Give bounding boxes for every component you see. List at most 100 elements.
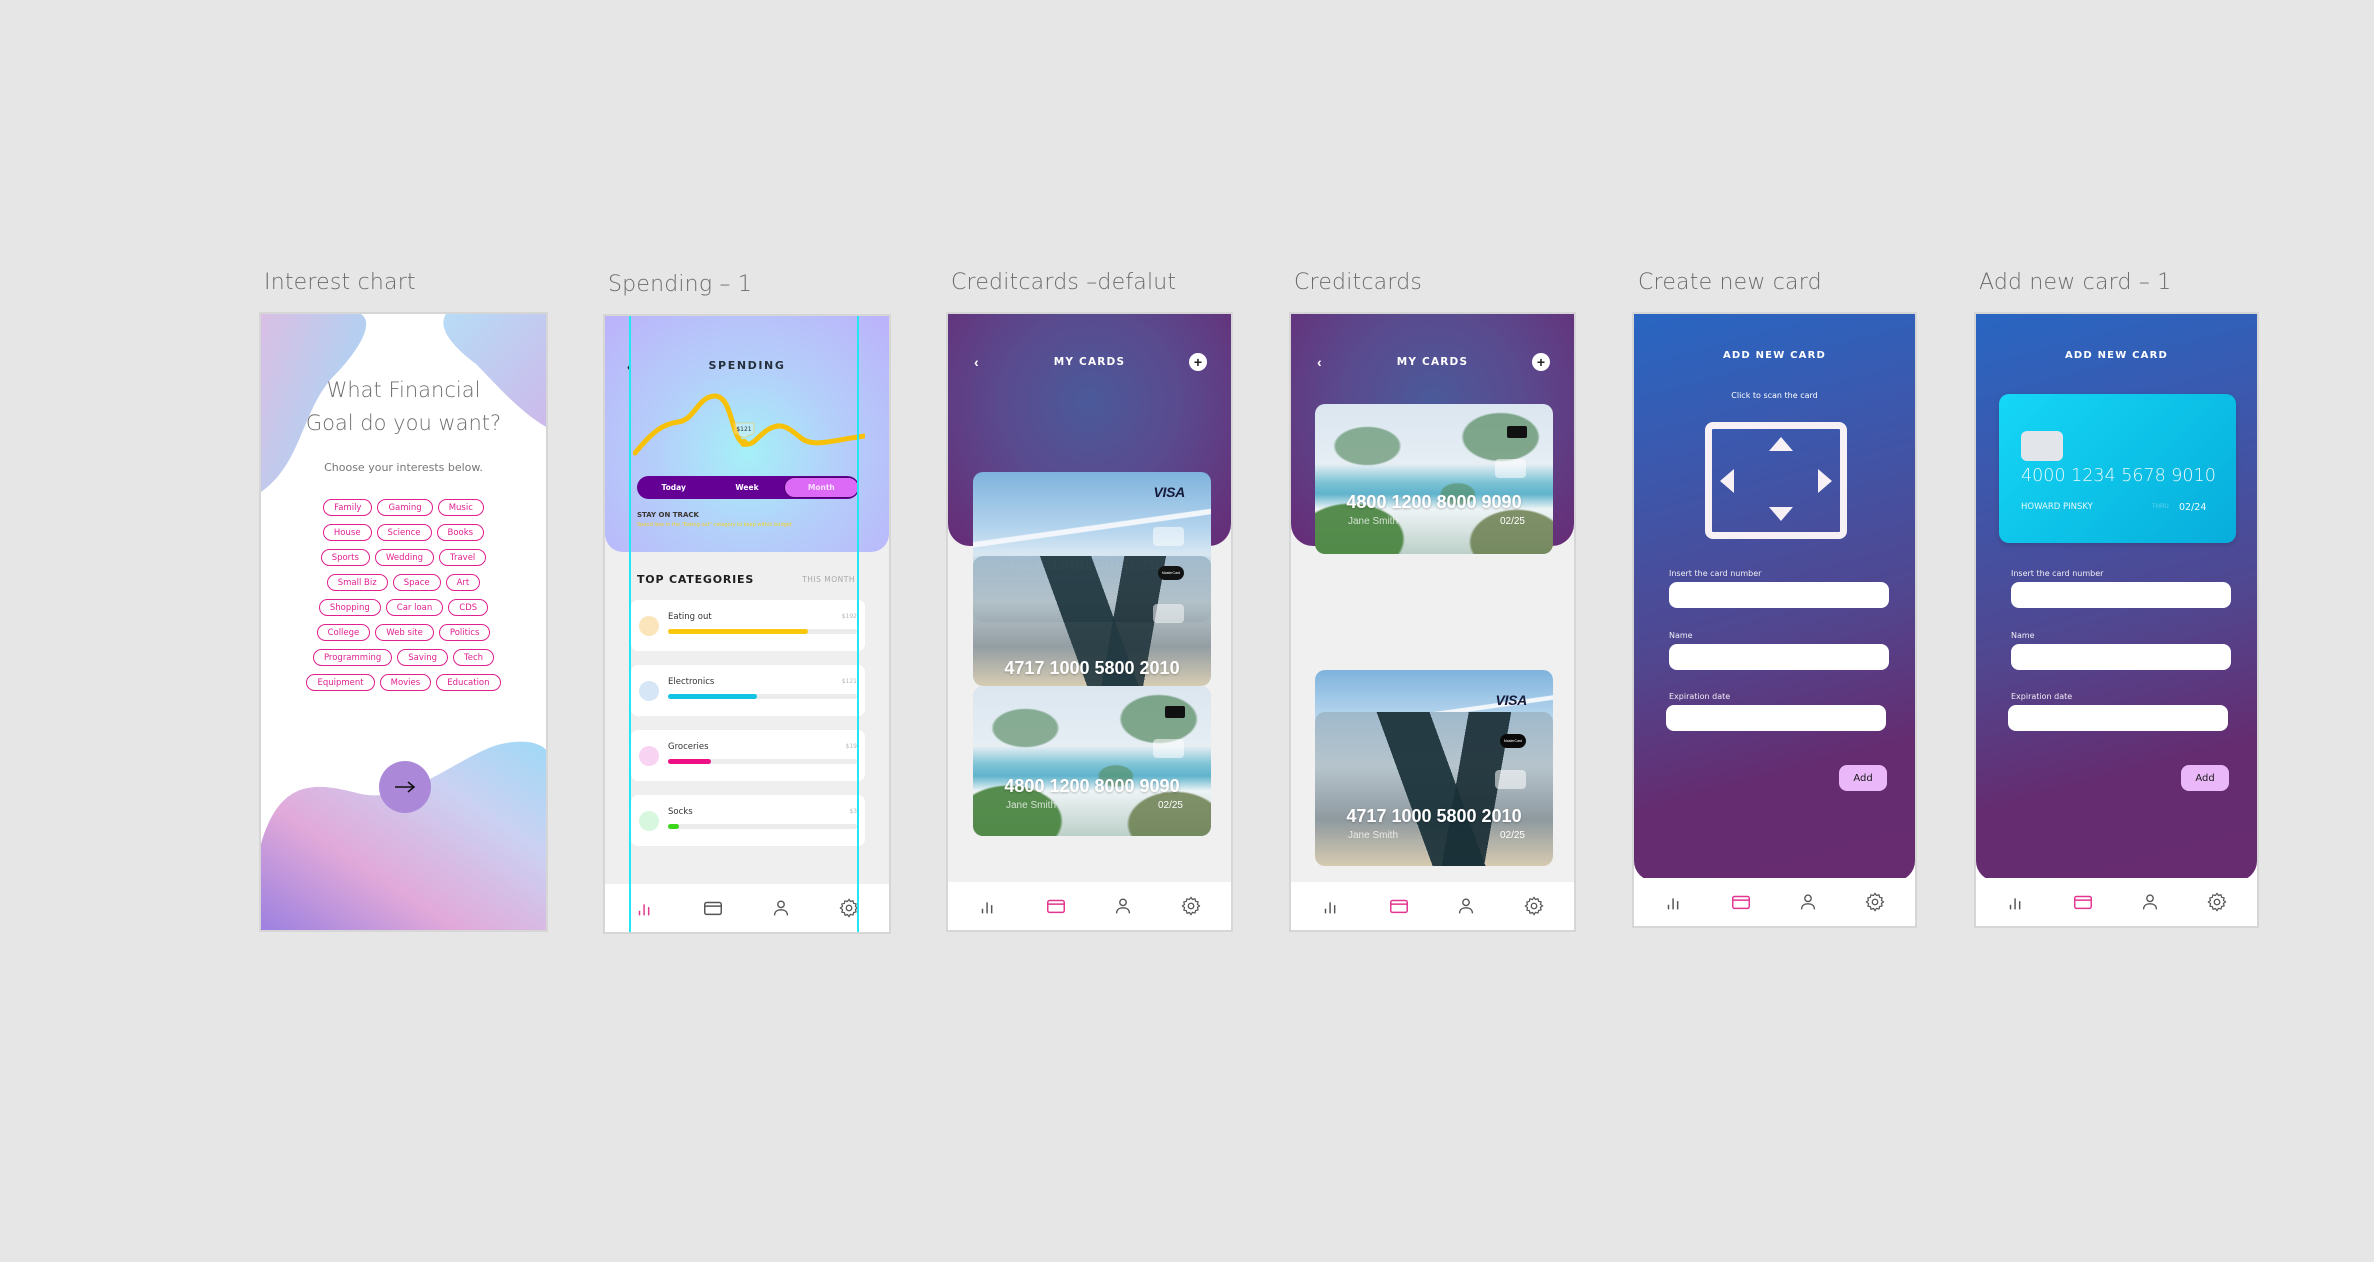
interest-chip[interactable]: Space [392,574,441,591]
next-button[interactable] [379,761,431,813]
interest-chip[interactable]: Gaming [377,499,433,516]
interest-chip[interactable]: Family [323,499,373,516]
credit-card-discover[interactable]: 4800 1200 8000 9090 Jane Smith 02/25 [973,686,1211,836]
period-label[interactable]: THIS MONTH [802,575,855,584]
stay-on-track-title: STAY ON TRACK [637,511,699,519]
interest-chip[interactable]: Books [436,524,485,541]
interest-chip[interactable]: CDS [448,599,489,616]
interest-chip[interactable]: Tech [453,649,495,666]
visa-logo: VISA [1495,692,1528,708]
tab-settings[interactable] [1171,891,1211,921]
interest-chip[interactable]: Movies [379,674,432,691]
category-amount: $121 [841,678,857,685]
tab-cards[interactable] [2063,887,2103,917]
user-icon [1801,894,1816,910]
name-label: Name [2011,631,2035,640]
category-row[interactable]: Electronics $121 [631,665,865,716]
interest-chip[interactable]: Equipment [306,674,375,691]
plus-icon: + [1536,354,1546,370]
gear-icon [1524,896,1544,916]
category-icon [639,616,659,636]
scan-card-button[interactable] [1705,422,1847,539]
interest-chip[interactable]: Saving [397,649,449,666]
category-progress-fill [668,759,712,764]
artboard-title-cards-default[interactable]: Creditcards –defalut [951,270,1176,295]
add-card-screen: ADD NEW CARD 4000 1234 5678 9010 HOWARD … [1974,312,2259,928]
question-title: What Financial Goal do you want? [261,374,546,440]
interest-chip[interactable]: Music [437,499,484,516]
artboard-title-add-card[interactable]: Add new card – 1 [1979,270,2171,295]
interest-chip[interactable]: Sports [320,549,370,566]
category-progress-fill [668,629,808,634]
card-expiry: 02/25 [1499,516,1525,527]
tab-profile[interactable] [2130,887,2170,917]
gear-icon [1181,896,1201,916]
credit-card-mastercard[interactable]: MasterCard 4717 1000 5800 2010 Jane Smit… [1315,712,1553,866]
period-today[interactable]: Today [637,477,710,498]
category-row[interactable]: Groceries $19 [631,730,865,781]
add-card-button[interactable]: + [1189,353,1207,371]
tab-bar [948,882,1231,930]
category-row[interactable]: Socks $3 [631,795,865,846]
tab-spending[interactable] [1654,887,1694,917]
category-amount: $192 [841,613,857,620]
interest-chip[interactable]: Politics [438,624,491,641]
screen-title: SPENDING [708,359,786,372]
add-card-button[interactable]: + [1532,353,1550,371]
category-row[interactable]: Eating out $192 [631,600,865,651]
credit-card-discover[interactable]: 4800 1200 8000 9090 Jane Smith 02/25 [1315,404,1553,554]
card-number-input[interactable] [1669,582,1889,608]
add-button[interactable]: Add [2181,765,2229,791]
bar-chart-icon [1324,902,1336,914]
tab-profile[interactable] [1103,891,1143,921]
tab-spending[interactable] [625,893,665,923]
tab-settings[interactable] [1514,891,1554,921]
card-preview[interactable]: 4000 1234 5678 9010 HOWARD PINSKY THRU 0… [1999,394,2236,543]
interest-chip[interactable]: Shopping [318,599,381,616]
period-segmented-control: Today Week Month [637,476,859,499]
mastercard-logo: MasterCard [1500,734,1526,748]
interest-chip[interactable]: Science [376,524,432,541]
tab-cards[interactable] [1036,891,1076,921]
interest-chip[interactable]: Travel [439,549,487,566]
interest-chip[interactable]: Education [436,674,501,691]
tab-spending[interactable] [1996,887,2036,917]
arrow-down-icon [1769,507,1793,521]
add-button[interactable]: Add [1839,765,1887,791]
interest-chip[interactable]: Car loan [385,599,444,616]
period-week[interactable]: Week [710,477,783,498]
interest-chip[interactable]: House [322,524,372,541]
expiration-date-input[interactable] [1666,705,1886,731]
interest-chip[interactable]: Small Biz [326,574,388,591]
tab-profile[interactable] [761,893,801,923]
category-icon [639,681,659,701]
credit-card-mastercard[interactable]: MasterCard 4717 1000 5800 2010 [973,556,1211,686]
category-icon [639,811,659,831]
interest-chip[interactable]: Web site [375,624,434,641]
artboard-title-spending[interactable]: Spending – 1 [608,272,752,297]
card-number-input[interactable] [2011,582,2231,608]
tab-cards[interactable] [1379,891,1419,921]
interest-chip[interactable]: Art [445,574,481,591]
tab-cards[interactable] [1721,887,1761,917]
interest-chip[interactable]: College [316,624,371,641]
artboard-title-create-card[interactable]: Create new card [1638,270,1822,295]
tab-profile[interactable] [1446,891,1486,921]
tab-settings[interactable] [2197,887,2237,917]
artboard-title-interest[interactable]: Interest chart [264,270,416,295]
tab-profile[interactable] [1788,887,1828,917]
cards-default-screen: ‹ MY CARDS + VISA 4717 1000 5800 2010 Ma… [946,312,1233,932]
name-input[interactable] [1669,644,1889,670]
name-input[interactable] [2011,644,2231,670]
period-month[interactable]: Month [783,477,859,498]
tab-settings[interactable] [1855,887,1895,917]
tab-cards[interactable] [693,893,733,923]
expiration-date-input[interactable] [2008,705,2228,731]
artboard-title-cards[interactable]: Creditcards [1294,270,1422,295]
selected-point[interactable] [740,439,748,447]
interest-chip[interactable]: Programming [312,649,393,666]
tab-settings[interactable] [829,893,869,923]
tab-spending[interactable] [968,891,1008,921]
tab-spending[interactable] [1311,891,1351,921]
interest-chip[interactable]: Wedding [374,549,435,566]
